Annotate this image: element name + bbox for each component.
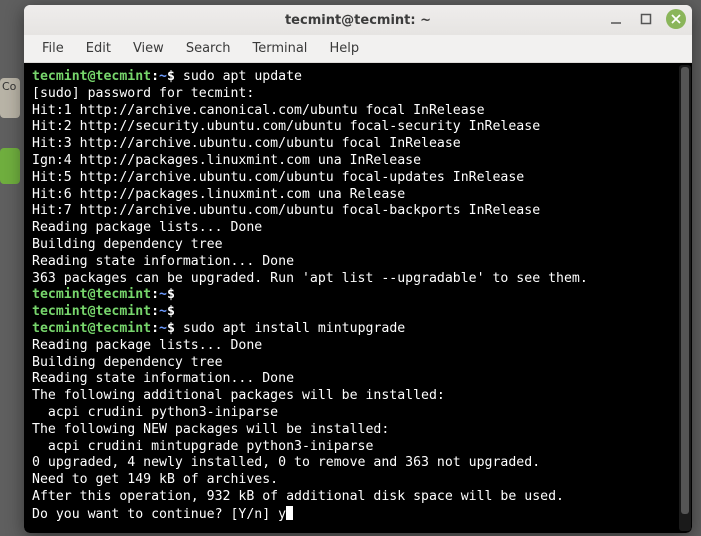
scrollbar[interactable]: [679, 65, 691, 531]
menu-view[interactable]: View: [123, 37, 174, 60]
menu-search[interactable]: Search: [176, 37, 241, 60]
menu-terminal[interactable]: Terminal: [242, 37, 317, 60]
window-title: tecmint@tecmint: ~: [285, 13, 431, 28]
menu-edit[interactable]: Edit: [76, 37, 121, 60]
terminal-viewport[interactable]: tecmint@tecmint:~$ sudo apt update [sudo…: [24, 63, 692, 533]
close-icon: [671, 14, 681, 24]
menu-file[interactable]: File: [32, 37, 74, 60]
menubar: File Edit View Search Terminal Help: [24, 35, 692, 63]
titlebar[interactable]: tecmint@tecmint: ~: [24, 5, 692, 35]
scrollbar-thumb[interactable]: [681, 67, 689, 514]
desktop-icon-2: [0, 148, 20, 184]
menu-help[interactable]: Help: [319, 37, 369, 60]
maximize-button[interactable]: [636, 9, 656, 29]
window-controls: [606, 9, 686, 29]
minimize-icon: [609, 12, 623, 26]
minimize-button[interactable]: [606, 9, 626, 29]
desktop-icon-1: Co: [0, 78, 20, 118]
maximize-icon: [639, 12, 653, 26]
terminal-content[interactable]: tecmint@tecmint:~$ sudo apt update [sudo…: [32, 69, 688, 527]
desktop: Co tecmint@tecmint: ~ File Edit View Sea…: [0, 0, 701, 536]
terminal-window: tecmint@tecmint: ~ File Edit View Search…: [24, 5, 692, 533]
close-button[interactable]: [666, 9, 686, 29]
